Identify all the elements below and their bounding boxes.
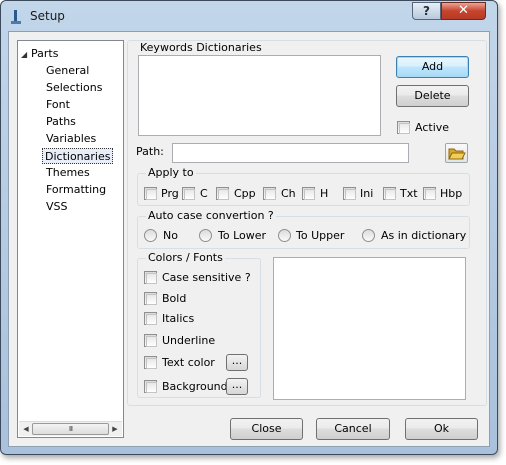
- tree-item-selections[interactable]: Selections: [44, 80, 104, 96]
- scroll-left-icon[interactable]: ◀: [21, 424, 31, 435]
- apply-ch-checkbox[interactable]: [263, 187, 276, 200]
- window-title: Setup: [30, 9, 65, 23]
- dialog-client: ◢ Parts General Selections Font Paths Var…: [8, 31, 490, 447]
- help-button[interactable]: ?: [412, 2, 441, 20]
- expand-triangle-icon[interactable]: ◢: [21, 47, 31, 63]
- preview-box: [273, 257, 466, 400]
- apply-hbp-checkbox[interactable]: [423, 187, 436, 200]
- italics-label: Italics: [162, 312, 195, 325]
- active-label: Active: [415, 121, 450, 134]
- case-sensitive-label: Case sensitive ?: [162, 271, 251, 284]
- text-color-label: Text color: [162, 356, 215, 369]
- apply-h-label: H: [320, 187, 329, 200]
- browse-folder-button[interactable]: [445, 143, 468, 163]
- parts-tree[interactable]: ◢ Parts General Selections Font Paths Var…: [17, 40, 124, 438]
- path-input[interactable]: [172, 143, 409, 163]
- close-button[interactable]: Close: [230, 418, 303, 440]
- tree-item-formatting[interactable]: Formatting: [44, 182, 108, 198]
- auto-case-lower-radio[interactable]: [199, 229, 212, 242]
- title-bar[interactable]: Setup ? ✕: [1, 1, 497, 31]
- auto-case-label: Auto case convertion ?: [146, 209, 276, 223]
- auto-case-dictionary-label: As in dictionary: [381, 229, 467, 242]
- keywords-dictionaries-label: Keywords Dictionaries: [138, 41, 264, 54]
- close-window-button[interactable]: ✕: [441, 2, 486, 20]
- dictionaries-panel: Keywords Dictionaries Add Delete Active …: [127, 40, 487, 406]
- tree-item-vss[interactable]: VSS: [44, 199, 70, 215]
- bold-checkbox[interactable]: [144, 292, 157, 305]
- cancel-button[interactable]: Cancel: [316, 418, 390, 440]
- add-button[interactable]: Add: [396, 56, 469, 78]
- apply-ini-label: Ini: [360, 187, 374, 200]
- apply-c-checkbox[interactable]: [182, 187, 195, 200]
- case-sensitive-checkbox[interactable]: [144, 271, 157, 284]
- background-label: Background: [162, 380, 228, 393]
- auto-case-upper-label: To Upper: [296, 229, 345, 242]
- apply-txt-label: Txt: [400, 187, 418, 200]
- colors-fonts-group: Colors / Fonts Case sensitive ? Bold Ita…: [137, 251, 261, 398]
- colors-fonts-label: Colors / Fonts: [146, 251, 225, 265]
- background-checkbox[interactable]: [144, 380, 157, 393]
- active-checkbox[interactable]: [397, 121, 410, 134]
- apply-cpp-label: Cpp: [234, 187, 256, 200]
- apply-prg-label: Prg: [161, 187, 179, 200]
- underline-label: Underline: [162, 334, 216, 347]
- apply-hbp-label: Hbp: [440, 187, 463, 200]
- apply-to-group: Apply to Prg C Cpp Ch H Ini Txt Hbp: [137, 166, 470, 206]
- tree-item-paths[interactable]: Paths: [44, 114, 78, 130]
- tree-item-font[interactable]: Font: [44, 97, 72, 113]
- tree-item-variables[interactable]: Variables: [44, 131, 98, 147]
- text-color-picker-button[interactable]: ...: [226, 354, 248, 371]
- auto-case-no-label: No: [163, 229, 178, 242]
- tree-root-parts[interactable]: ◢ Parts: [21, 46, 58, 62]
- app-icon: [11, 10, 21, 24]
- auto-case-no-radio[interactable]: [144, 229, 157, 242]
- bold-label: Bold: [162, 292, 187, 305]
- apply-c-label: C: [200, 187, 208, 200]
- italics-checkbox[interactable]: [144, 312, 157, 325]
- apply-txt-checkbox[interactable]: [383, 187, 396, 200]
- ok-button[interactable]: Ok: [405, 418, 478, 440]
- auto-case-upper-radio[interactable]: [278, 229, 291, 242]
- tree-horizontal-scrollbar[interactable]: ◀ III ▶: [19, 421, 122, 436]
- path-label: Path:: [136, 145, 164, 158]
- tree-item-general[interactable]: General: [44, 63, 91, 79]
- apply-ch-label: Ch: [281, 187, 296, 200]
- auto-case-dictionary-radio[interactable]: [362, 229, 375, 242]
- scroll-thumb[interactable]: III: [32, 423, 109, 435]
- apply-to-label: Apply to: [146, 166, 196, 180]
- apply-cpp-checkbox[interactable]: [216, 187, 229, 200]
- apply-h-checkbox[interactable]: [302, 187, 315, 200]
- apply-ini-checkbox[interactable]: [343, 187, 356, 200]
- apply-prg-checkbox[interactable]: [144, 187, 157, 200]
- tree-root-label: Parts: [31, 47, 59, 60]
- setup-window: Setup ? ✕ ◢ Parts General Selections Font…: [0, 0, 498, 455]
- delete-button[interactable]: Delete: [396, 85, 469, 107]
- auto-case-group: Auto case convertion ? No To Lower To Up…: [137, 209, 470, 249]
- background-color-picker-button[interactable]: ...: [226, 378, 248, 395]
- dictionaries-list[interactable]: [138, 55, 381, 136]
- folder-icon: [448, 148, 466, 160]
- auto-case-lower-label: To Lower: [218, 229, 267, 242]
- underline-checkbox[interactable]: [144, 334, 157, 347]
- tree-item-themes[interactable]: Themes: [44, 165, 92, 181]
- tree-item-dictionaries[interactable]: Dictionaries: [42, 148, 114, 164]
- text-color-checkbox[interactable]: [144, 356, 157, 369]
- scroll-right-icon[interactable]: ▶: [110, 424, 120, 435]
